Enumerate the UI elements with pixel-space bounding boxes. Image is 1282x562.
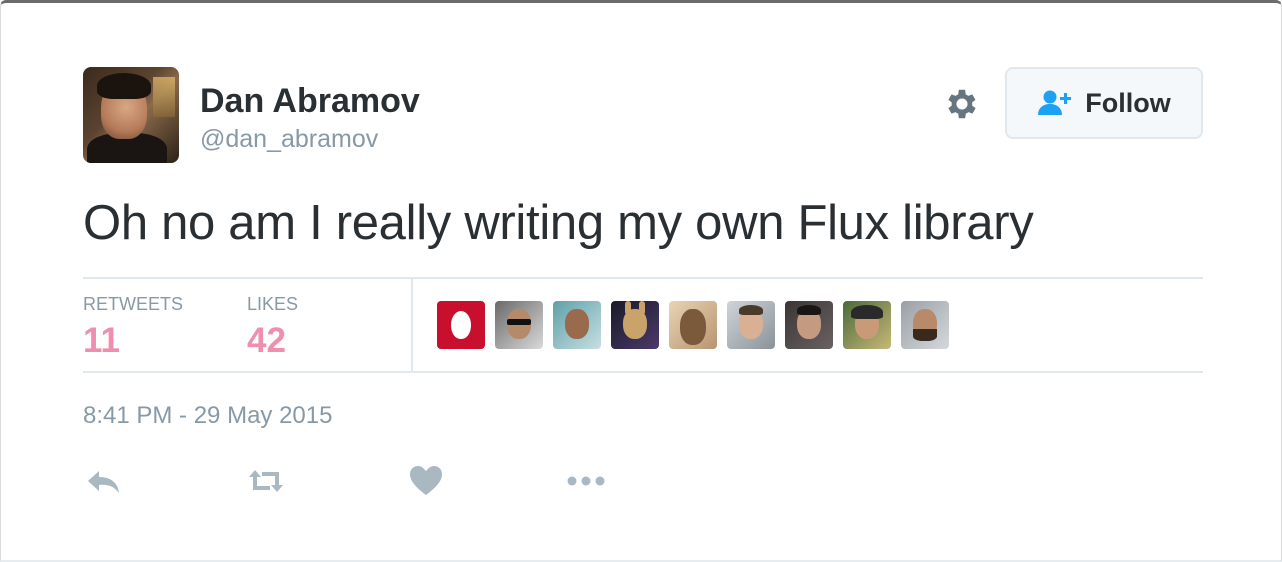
liker-avatar[interactable] bbox=[553, 301, 601, 349]
divider bbox=[411, 279, 413, 371]
liker-avatar[interactable] bbox=[437, 301, 485, 349]
tweet-card: Dan Abramov @dan_abramov Follow Oh no am… bbox=[0, 0, 1282, 562]
divider bbox=[83, 371, 1203, 373]
liker-avatar[interactable] bbox=[669, 301, 717, 349]
likes-count[interactable]: 42 bbox=[247, 321, 286, 361]
liker-avatar[interactable] bbox=[785, 301, 833, 349]
divider bbox=[83, 277, 1203, 279]
liker-avatar[interactable] bbox=[843, 301, 891, 349]
likers-list bbox=[437, 301, 949, 349]
tweet-text: Oh no am I really writing my own Flux li… bbox=[83, 196, 1034, 250]
user-avatar[interactable] bbox=[83, 67, 179, 163]
heart-icon[interactable] bbox=[406, 463, 446, 499]
user-name[interactable]: Dan Abramov bbox=[200, 82, 420, 121]
liker-avatar[interactable] bbox=[901, 301, 949, 349]
retweets-count[interactable]: 11 bbox=[83, 321, 120, 361]
retweet-icon[interactable] bbox=[246, 463, 286, 499]
liker-avatar[interactable] bbox=[727, 301, 775, 349]
liker-avatar[interactable] bbox=[495, 301, 543, 349]
liker-avatar[interactable] bbox=[611, 301, 659, 349]
tweet-timestamp[interactable]: 8:41 PM - 29 May 2015 bbox=[83, 402, 332, 430]
follow-button[interactable]: Follow bbox=[1005, 67, 1203, 139]
likes-label[interactable]: LIKES bbox=[247, 294, 298, 315]
gear-icon[interactable] bbox=[943, 85, 981, 123]
more-dots-icon[interactable] bbox=[566, 463, 606, 499]
reply-icon[interactable] bbox=[85, 463, 125, 499]
follow-button-label: Follow bbox=[1085, 87, 1171, 118]
user-handle[interactable]: @dan_abramov bbox=[200, 125, 378, 154]
retweets-label[interactable]: RETWEETS bbox=[83, 294, 183, 315]
add-user-icon bbox=[1038, 90, 1072, 115]
